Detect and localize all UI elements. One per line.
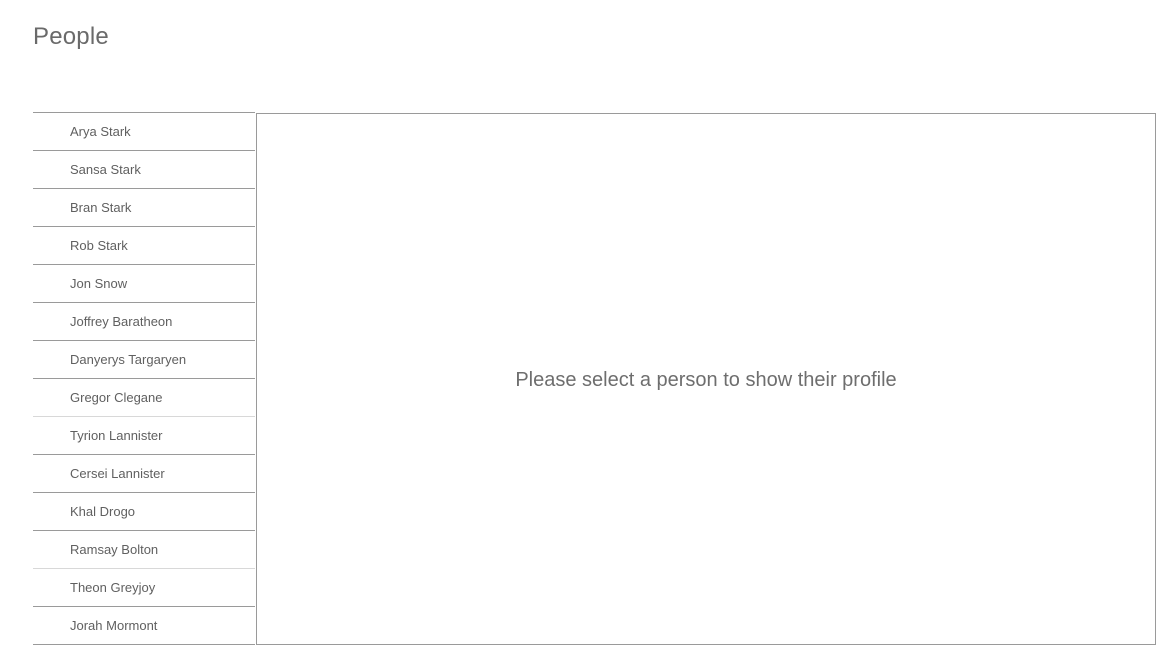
- person-item-rob-stark[interactable]: Rob Stark: [33, 227, 255, 265]
- person-item-jorah-mormont[interactable]: Jorah Mormont: [33, 607, 255, 645]
- person-item-arya-stark[interactable]: Arya Stark: [33, 113, 255, 151]
- person-item-tyrion-lannister[interactable]: Tyrion Lannister: [33, 417, 255, 455]
- person-item-gregor-clegane[interactable]: Gregor Clegane: [33, 379, 255, 417]
- people-page: People Arya Stark Sansa Stark Bran Stark…: [0, 0, 1175, 656]
- people-list: Arya Stark Sansa Stark Bran Stark Rob St…: [33, 112, 255, 645]
- page-title: People: [33, 23, 109, 50]
- profile-panel: Please select a person to show their pro…: [256, 113, 1156, 645]
- person-item-ramsay-bolton[interactable]: Ramsay Bolton: [33, 531, 255, 569]
- person-item-danyerys-targaryen[interactable]: Danyerys Targaryen: [33, 341, 255, 379]
- person-item-jon-snow[interactable]: Jon Snow: [33, 265, 255, 303]
- person-item-cersei-lannister[interactable]: Cersei Lannister: [33, 455, 255, 493]
- person-item-joffrey-baratheon[interactable]: Joffrey Baratheon: [33, 303, 255, 341]
- profile-empty-message: Please select a person to show their pro…: [515, 368, 897, 391]
- person-item-sansa-stark[interactable]: Sansa Stark: [33, 151, 255, 189]
- person-item-theon-greyjoy[interactable]: Theon Greyjoy: [33, 569, 255, 607]
- person-item-bran-stark[interactable]: Bran Stark: [33, 189, 255, 227]
- person-item-khal-drogo[interactable]: Khal Drogo: [33, 493, 255, 531]
